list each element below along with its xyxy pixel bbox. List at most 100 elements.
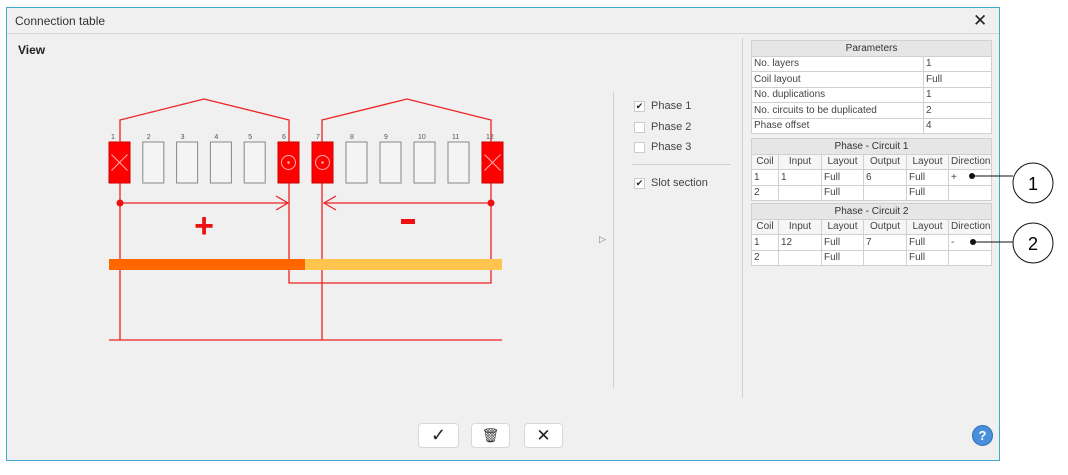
table-cell[interactable]: Full: [906, 184, 949, 201]
coil-end-right: [321, 98, 492, 142]
slot-4: [209, 141, 232, 184]
column-header: Layout: [821, 218, 864, 235]
checkbox[interactable]: ✔: [634, 177, 645, 189]
slot-9: [379, 141, 402, 184]
slot-10: [413, 141, 436, 184]
plus-sign: +: [194, 207, 214, 245]
table-cell[interactable]: Full: [821, 234, 864, 251]
parameter-label: No. circuits to be duplicated: [751, 102, 924, 119]
callout-1: 1: [1028, 174, 1038, 194]
table-cell[interactable]: Full: [906, 249, 949, 266]
phase-bar-positive: [109, 259, 305, 270]
expand-arrow-icon[interactable]: ▷: [599, 234, 606, 245]
slot-diagram: + 1 2 3 4 5 6 7 8 9 10 11 12: [108, 98, 504, 341]
ok-button[interactable]: ✓: [418, 423, 459, 448]
checkbox-phase-1[interactable]: ✔ Phase 1: [634, 100, 691, 112]
checkbox[interactable]: [634, 121, 645, 133]
help-button[interactable]: ?: [972, 425, 993, 446]
checkbox-label: Phase 2: [651, 121, 692, 133]
divider: [632, 164, 731, 165]
column-header: Layout: [906, 153, 949, 170]
table-cell[interactable]: Full: [906, 169, 949, 186]
table-row: No. layers 1: [751, 55, 992, 72]
parameter-label: Coil layout: [751, 71, 924, 88]
close-icon[interactable]: ✕: [973, 11, 987, 31]
parameter-value[interactable]: 2: [923, 102, 992, 119]
slot-number: 11: [452, 134, 459, 141]
parameter-value[interactable]: 1: [923, 55, 992, 72]
column-header: Layout: [821, 153, 864, 170]
slot-number: 5: [248, 134, 252, 141]
column-header: Input: [778, 153, 822, 170]
table-row: 2 Full Full: [751, 184, 992, 201]
slot-number: 3: [181, 134, 185, 141]
parameter-label: Phase offset: [751, 117, 924, 134]
checkbox[interactable]: [634, 141, 645, 153]
table-row: Coil layout Full: [751, 71, 992, 88]
cancel-button[interactable]: ✕: [524, 423, 563, 448]
table-cell[interactable]: 7: [863, 234, 907, 251]
terminal-dot: [487, 199, 495, 207]
slot-3: [176, 141, 199, 184]
table-cell[interactable]: [863, 184, 907, 201]
table-cell[interactable]: 2: [751, 184, 779, 201]
checkbox[interactable]: ✔: [634, 100, 645, 112]
checkbox-label: Phase 1: [651, 100, 692, 112]
slot-number: 9: [384, 134, 388, 141]
checkbox-label: Phase 3: [651, 141, 692, 153]
table-cell[interactable]: [778, 249, 822, 266]
table-cell[interactable]: 2: [751, 249, 779, 266]
slot-11: [447, 141, 470, 184]
table-cell[interactable]: Full: [821, 169, 864, 186]
table-cell[interactable]: Full: [821, 184, 864, 201]
parameter-value[interactable]: 1: [923, 86, 992, 103]
table-cell[interactable]: 6: [863, 169, 907, 186]
slot-number: 8: [350, 134, 354, 141]
column-header: Input: [778, 218, 822, 235]
checkbox-phase-3[interactable]: Phase 3: [634, 141, 691, 153]
checkbox-label: Slot section: [651, 177, 708, 189]
checkbox-slot-section[interactable]: ✔ Slot section: [634, 177, 708, 189]
parameter-value[interactable]: Full: [923, 71, 992, 88]
table-title: Parameters: [751, 40, 992, 57]
table-cell[interactable]: 1: [751, 234, 779, 251]
table-row: Phase offset 4: [751, 117, 992, 134]
slot-number: 10: [418, 134, 426, 141]
table-cell[interactable]: 1: [778, 169, 822, 186]
delete-button[interactable]: 🗑: [471, 423, 510, 448]
callouts: 1 2: [969, 162, 1054, 264]
table-row: 1 12 Full 7 Full -: [751, 234, 992, 251]
table-row: No. duplications 1: [751, 86, 992, 103]
phase-bar-negative: [305, 259, 502, 270]
slot-number: 4: [214, 134, 218, 141]
terminal-dot: [116, 199, 124, 207]
table-row: 2 Full Full: [751, 249, 992, 266]
table-cell[interactable]: 1: [751, 169, 779, 186]
parameter-label: No. layers: [751, 55, 924, 72]
table-title: Phase - Circuit 2: [751, 203, 992, 220]
divider: [613, 92, 614, 388]
callout-2: 2: [1028, 234, 1038, 254]
column-header: Output: [863, 218, 907, 235]
column-header: Coil: [751, 218, 779, 235]
column-header: Layout: [906, 218, 949, 235]
circuit-2-table: Phase - Circuit 2 Coil Input Layout Output La…: [751, 203, 992, 266]
minus-sign: [401, 219, 415, 224]
table-cell[interactable]: 12: [778, 234, 822, 251]
checkbox-phase-2[interactable]: Phase 2: [634, 121, 691, 133]
parameter-value[interactable]: 4: [923, 117, 992, 134]
table-cell[interactable]: [778, 184, 822, 201]
parameter-label: No. duplications: [751, 86, 924, 103]
table-cell[interactable]: Full: [906, 234, 949, 251]
column-header: Coil: [751, 153, 779, 170]
table-row: 1 1 Full 6 Full +: [751, 169, 992, 186]
column-header: Output: [863, 153, 907, 170]
table-cell[interactable]: Full: [821, 249, 864, 266]
table-cell[interactable]: [863, 249, 907, 266]
table-row: No. circuits to be duplicated 2: [751, 102, 992, 119]
slot-number: 12: [486, 134, 494, 141]
coil-end-left: [119, 98, 290, 142]
slot-number: 2: [147, 134, 151, 141]
slot-number: 1: [111, 134, 115, 141]
slot-8: [345, 141, 368, 184]
